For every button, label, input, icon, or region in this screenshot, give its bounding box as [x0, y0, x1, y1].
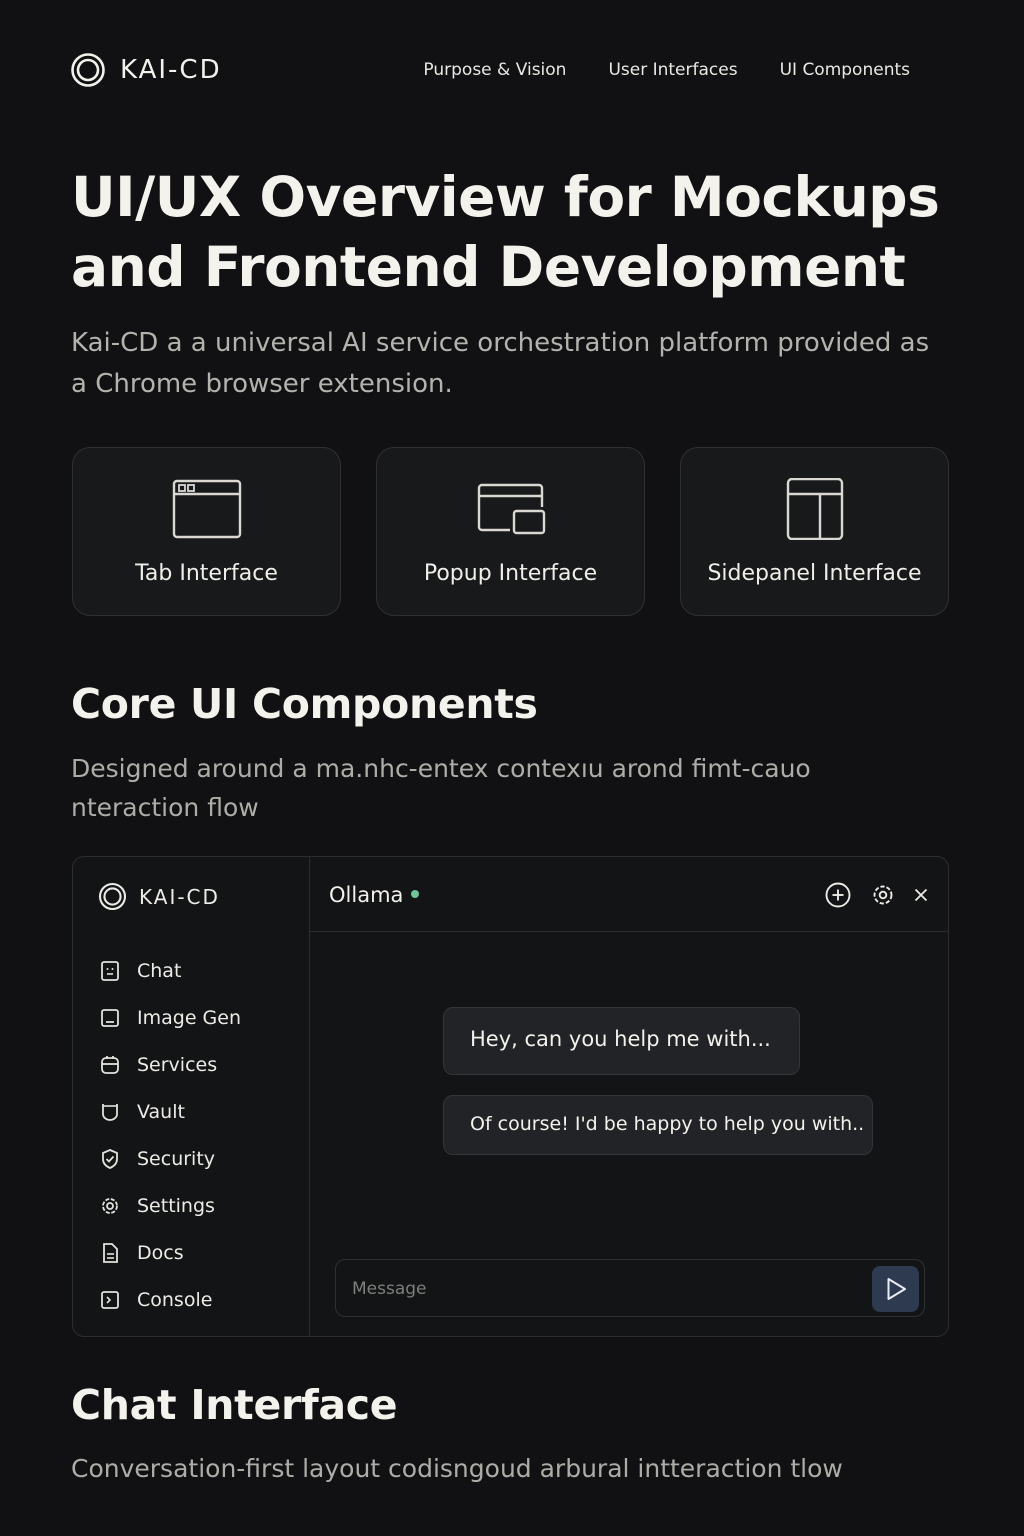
new-chat-button[interactable] — [824, 881, 852, 909]
chat-header: Ollama — [310, 857, 948, 932]
send-button[interactable] — [872, 1266, 919, 1312]
services-icon — [101, 1055, 119, 1074]
close-button[interactable] — [907, 881, 935, 909]
tab-window-icon — [172, 479, 241, 539]
sidebar-item-label: Docs — [137, 1241, 184, 1264]
chat-panel: Ollama Hey, can you help me with... Of c… — [310, 857, 948, 1336]
message-input[interactable] — [352, 1272, 852, 1306]
card-sidepanel-interface[interactable]: Sidepanel Interface — [680, 447, 949, 616]
card-popup-interface[interactable]: Popup Interface — [376, 447, 645, 616]
sidebar-menu: Chat Image Gen Services Vault Security S… — [99, 947, 241, 1323]
sidebar-item-vault[interactable]: Vault — [99, 1088, 241, 1135]
core-components-title: Core UI Components — [71, 680, 538, 728]
user-message-bubble: Hey, can you help me with... — [443, 1007, 800, 1075]
message-composer — [335, 1259, 925, 1317]
settings-button[interactable] — [869, 881, 897, 909]
sidebar-item-label: Vault — [137, 1100, 185, 1123]
gear-icon — [102, 1197, 118, 1214]
ring-logo-icon — [71, 53, 105, 87]
interface-cards: Tab Interface Popup Interface Sidepanel … — [72, 447, 949, 616]
core-components-subtitle: Designed around a ma.nhc-entex contexıu … — [71, 754, 811, 822]
ring-logo-icon — [98, 882, 127, 911]
brand-name: KAI-CD — [120, 55, 222, 85]
sidebar-item-label: Settings — [137, 1194, 215, 1217]
nav-link-purpose-vision[interactable]: Purpose & Vision — [423, 60, 566, 80]
sidebar-item-label: Security — [137, 1147, 216, 1170]
card-label: Popup Interface — [423, 561, 598, 586]
online-status-dot — [411, 890, 420, 898]
nav-link-ui-components[interactable]: UI Components — [780, 60, 910, 80]
nav-links: Purpose & Vision User Interfaces UI Comp… — [423, 60, 910, 80]
send-arrow-icon — [887, 1278, 906, 1300]
shield-icon — [102, 1148, 118, 1169]
sidebar-item-label: Services — [137, 1053, 218, 1076]
sidebar-item-docs[interactable]: Docs — [99, 1229, 241, 1276]
top-nav: KAI-CD Purpose & Vision User Interfaces … — [70, 52, 910, 92]
chat-interface-title: Chat Interface — [71, 1381, 398, 1429]
card-label: Tab Interface — [135, 561, 278, 586]
sidepanel-icon — [786, 478, 843, 540]
sidebar-item-console[interactable]: Console — [99, 1276, 241, 1323]
brand-logo[interactable]: KAI-CD — [70, 52, 222, 88]
mockup-brand-name: KAI-CD — [139, 884, 220, 909]
model-selector[interactable]: Ollama — [329, 883, 420, 907]
hero-subtitle: Kai-CD a a universal AI service orchestr… — [71, 328, 930, 399]
sidebar-item-chat[interactable]: Chat — [99, 947, 241, 994]
model-name: Ollama — [329, 883, 404, 907]
card-tab-interface[interactable]: Tab Interface — [72, 447, 341, 616]
chat-icon — [101, 960, 119, 981]
image-icon — [101, 1008, 119, 1027]
sidebar-item-settings[interactable]: Settings — [99, 1182, 241, 1229]
sidebar-item-security[interactable]: Security — [99, 1135, 241, 1182]
sidebar-item-services[interactable]: Services — [99, 1041, 241, 1088]
mockup-brand[interactable]: KAI-CD — [98, 882, 220, 911]
sidebar-item-label: Chat — [137, 959, 182, 982]
sidebar-item-label: Console — [137, 1288, 213, 1311]
console-icon — [101, 1290, 119, 1309]
chat-interface-subtitle: Conversation-first layout codisngoud arb… — [71, 1454, 843, 1483]
gear-icon — [873, 885, 893, 905]
close-icon — [914, 888, 928, 902]
sidebar-item-label: Image Gen — [137, 1006, 241, 1029]
mockup-sidebar: KAI-CD Chat Image Gen Services Vault Sec… — [73, 857, 310, 1336]
popup-window-icon — [477, 483, 545, 535]
sidebar-item-image-gen[interactable]: Image Gen — [99, 994, 241, 1041]
nav-link-user-interfaces[interactable]: User Interfaces — [608, 60, 737, 80]
vault-icon — [102, 1103, 118, 1121]
document-icon — [103, 1242, 118, 1263]
app-mockup: KAI-CD Chat Image Gen Services Vault Sec… — [72, 856, 949, 1337]
plus-circle-icon — [825, 882, 851, 908]
hero-title: UI/UX Overview for Mockups and Frontend … — [71, 165, 940, 299]
assistant-message-bubble: Of course! I'd be happy to help you with… — [443, 1095, 873, 1155]
card-label: Sidepanel Interface — [707, 561, 922, 586]
